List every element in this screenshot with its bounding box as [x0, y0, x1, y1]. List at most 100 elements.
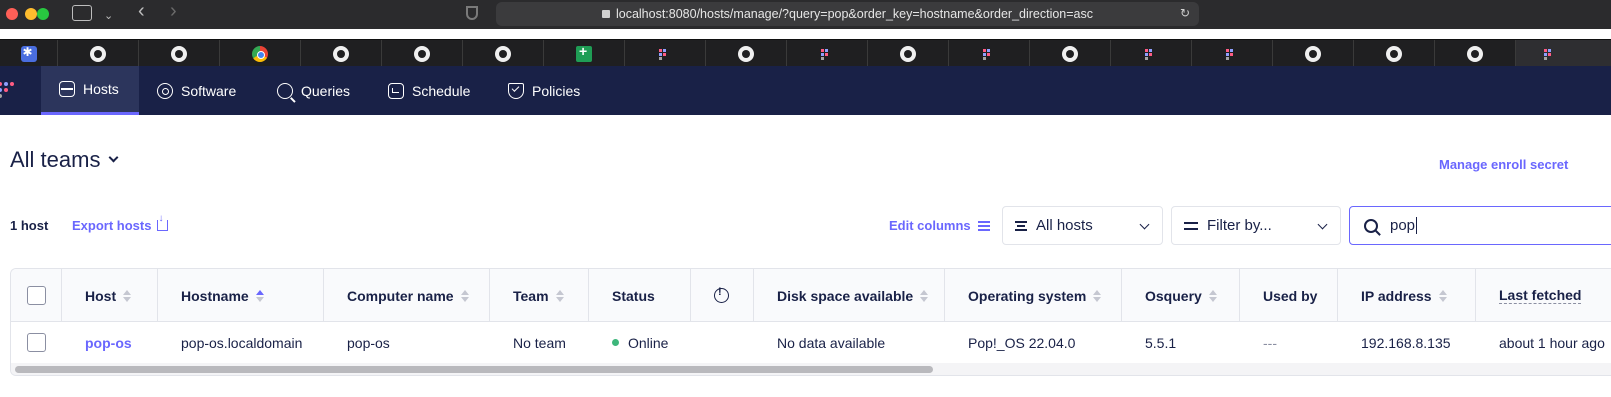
browser-favicon-icon	[252, 45, 268, 62]
column-header-computer-name[interactable]: Computer name	[324, 269, 490, 322]
forward-icon[interactable]: ›	[170, 1, 177, 21]
fleet-logo-icon[interactable]	[0, 80, 18, 100]
schedule-icon	[388, 82, 404, 99]
table-row: pop-os pop-os.localdomain pop-os No team…	[11, 322, 1611, 363]
search-input[interactable]: pop	[1349, 206, 1611, 245]
address-bar[interactable]: localhost:8080/hosts/manage/?query=pop&o…	[496, 2, 1199, 26]
sidebar-toggle-icon[interactable]	[72, 5, 92, 21]
column-header-used-by-label: Used by	[1263, 287, 1318, 304]
browser-tab[interactable]	[220, 40, 301, 67]
sheets-favicon-icon	[576, 43, 592, 62]
row-checkbox[interactable]	[27, 333, 46, 352]
column-header-osquery[interactable]: Osquery	[1122, 269, 1240, 322]
browser-tab[interactable]	[868, 40, 949, 67]
minimize-window-icon[interactable]	[25, 8, 37, 20]
browser-tab[interactable]	[1030, 40, 1111, 67]
reload-icon[interactable]: ↻	[1180, 6, 1190, 20]
filter-by-value: Filter by...	[1207, 217, 1272, 234]
browser-tab[interactable]	[706, 40, 787, 67]
column-header-osquery-label: Osquery	[1145, 287, 1202, 304]
browser-tab[interactable]	[1273, 40, 1354, 67]
github-favicon-icon	[900, 45, 916, 62]
software-icon	[157, 82, 173, 99]
column-header-team[interactable]: Team	[490, 269, 589, 322]
lock-icon	[601, 10, 610, 18]
column-header-os-label: Operating system	[968, 287, 1087, 304]
back-icon[interactable]: ‹	[138, 1, 145, 21]
github-favicon-icon	[1467, 45, 1483, 62]
close-window-icon[interactable]	[6, 8, 18, 20]
column-header-hostname[interactable]: Hostname	[158, 269, 324, 322]
status-filter-dropdown[interactable]: All hosts	[1002, 206, 1163, 245]
main-nav: Hosts Software Queries Schedule Policies	[0, 66, 1611, 115]
column-header-issues	[691, 269, 754, 322]
nav-schedule[interactable]: Schedule	[370, 66, 488, 115]
browser-tab[interactable]	[382, 40, 463, 67]
nav-queries[interactable]: Queries	[259, 66, 368, 115]
nav-software[interactable]: Software	[139, 66, 254, 115]
browser-tab[interactable]	[1111, 40, 1192, 67]
policies-icon	[508, 82, 524, 99]
manage-enroll-secret-link[interactable]: Manage enroll secret	[1439, 157, 1568, 172]
team-cell: No team	[513, 334, 566, 351]
browser-tab[interactable]	[58, 40, 139, 67]
browser-tab[interactable]	[0, 40, 58, 67]
github-favicon-icon	[90, 45, 106, 62]
status-badge: Online	[628, 334, 669, 351]
ip-cell: 192.168.8.135	[1361, 334, 1451, 351]
column-header-host-label: Host	[85, 287, 117, 304]
browser-tab[interactable]	[625, 40, 706, 67]
browser-tab-active[interactable]	[1516, 40, 1611, 67]
scrollbar-thumb[interactable]	[15, 366, 933, 373]
browser-tab[interactable]	[787, 40, 868, 67]
page-title: All teams	[10, 147, 101, 172]
disk-space-cell: No data available	[777, 334, 886, 351]
column-header-host[interactable]: Host	[62, 269, 158, 322]
fleet-favicon-icon	[1226, 48, 1238, 59]
export-hosts-button[interactable]: Export hosts	[72, 213, 169, 233]
filter-by-dropdown[interactable]: Filter by...	[1171, 206, 1341, 245]
maximize-window-icon[interactable]	[37, 8, 49, 20]
sort-icon	[555, 289, 564, 302]
host-link[interactable]: pop-os	[62, 322, 132, 363]
column-header-team-label: Team	[513, 287, 549, 304]
column-header-computer-name-label: Computer name	[347, 287, 454, 304]
nav-hosts[interactable]: Hosts	[41, 66, 139, 115]
text-cursor	[1416, 217, 1418, 235]
export-hosts-label: Export hosts	[72, 218, 152, 233]
team-selector[interactable]: All teams	[10, 147, 119, 173]
browser-tab[interactable]	[463, 40, 544, 67]
fleet-favicon-icon	[983, 48, 995, 59]
chevron-down-icon[interactable]: ⌄	[104, 7, 113, 25]
browser-tab[interactable]	[301, 40, 382, 67]
select-all-checkbox[interactable]	[27, 286, 46, 305]
sort-icon	[1093, 289, 1102, 302]
url-text: localhost:8080/hosts/manage/?query=pop&o…	[615, 7, 1094, 21]
column-header-last-fetched[interactable]: Last fetched	[1476, 269, 1611, 322]
browser-tab-strip	[0, 39, 1611, 67]
fleet-favicon-icon	[1145, 48, 1157, 59]
horizontal-scrollbar[interactable]	[11, 363, 1611, 375]
column-header-hostname-label: Hostname	[181, 287, 249, 304]
used-by-cell: ---	[1263, 334, 1277, 351]
column-header-ip-label: IP address	[1361, 287, 1432, 304]
chevron-down-icon	[1317, 219, 1328, 230]
column-header-disk-space-label: Disk space available	[777, 287, 914, 304]
column-header-os[interactable]: Operating system	[945, 269, 1122, 322]
column-header-ip[interactable]: IP address	[1338, 269, 1476, 322]
browser-tab[interactable]	[544, 40, 625, 67]
browser-tab[interactable]	[1354, 40, 1435, 67]
privacy-shield-icon[interactable]	[466, 6, 478, 20]
browser-tab[interactable]	[949, 40, 1030, 67]
browser-tab[interactable]	[1192, 40, 1273, 67]
sort-icon	[123, 289, 132, 302]
column-header-status-label: Status	[612, 287, 655, 304]
queries-icon	[277, 82, 293, 99]
browser-tab[interactable]	[1435, 40, 1516, 67]
edit-columns-button[interactable]: Edit columns	[889, 218, 990, 233]
nav-policies[interactable]: Policies	[490, 66, 598, 115]
browser-tab[interactable]	[139, 40, 220, 67]
column-header-disk-space[interactable]: Disk space available	[754, 269, 945, 322]
os-cell: Pop!_OS 22.04.0	[968, 334, 1076, 351]
nav-hosts-label: Hosts	[83, 81, 119, 97]
